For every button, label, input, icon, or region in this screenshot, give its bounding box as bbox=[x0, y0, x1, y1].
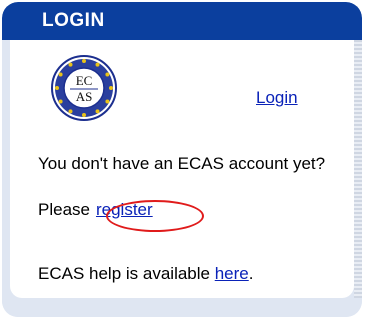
login-panel: LOGIN EC AS Login You don't have an ECAS… bbox=[2, 2, 362, 317]
register-prefix: Please bbox=[38, 200, 90, 219]
panel-header: LOGIN bbox=[2, 2, 362, 40]
help-line: ECAS help is available here. bbox=[38, 262, 253, 285]
seal-text-top: EC bbox=[76, 73, 93, 88]
panel-footer bbox=[2, 298, 362, 317]
panel-left-edge bbox=[2, 40, 10, 298]
account-message: You don't have an ECAS account yet? bbox=[38, 154, 326, 173]
login-link[interactable]: Login bbox=[256, 88, 298, 108]
help-here-link[interactable]: here bbox=[215, 264, 249, 283]
help-suffix: . bbox=[248, 264, 254, 283]
help-prefix: ECAS help is available bbox=[38, 264, 215, 283]
panel-body: EC AS Login You don't have an ECAS accou… bbox=[10, 40, 354, 298]
ecas-seal-icon: EC AS bbox=[51, 55, 117, 121]
register-highlight-circle bbox=[106, 200, 204, 232]
seal-text-bottom: AS bbox=[76, 89, 93, 104]
panel-right-edge bbox=[354, 40, 362, 298]
panel-title: LOGIN bbox=[42, 10, 105, 31]
